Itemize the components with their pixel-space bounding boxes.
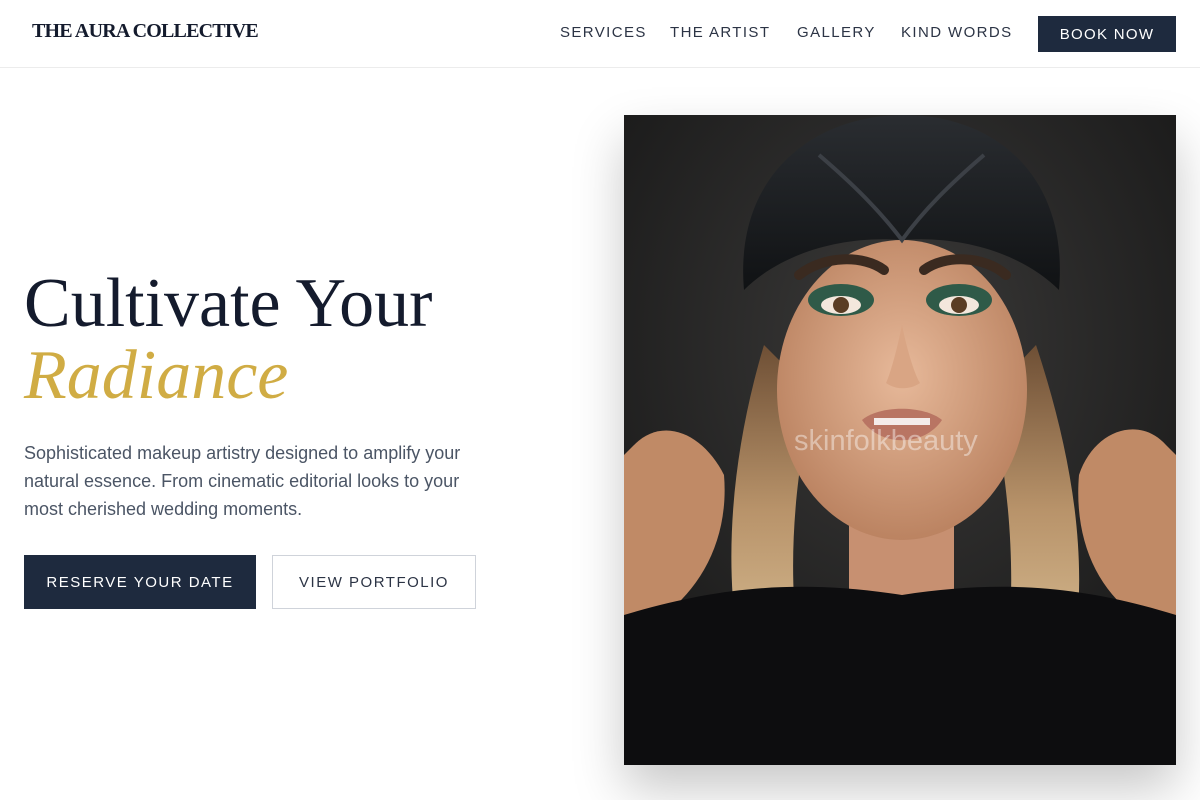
view-portfolio-button[interactable]: VIEW PORTFOLIO xyxy=(272,555,476,609)
nav-link-services[interactable]: SERVICES xyxy=(560,24,647,41)
photo-watermark: skinfolkbeauty xyxy=(794,425,978,457)
reserve-date-button[interactable]: RESERVE YOUR DATE xyxy=(24,555,256,609)
nav-link-kind-words[interactable]: KIND WORDS xyxy=(901,24,1013,41)
top-navbar: THE AURA COLLECTIVE SERVICES THE ARTIST … xyxy=(0,0,1200,68)
hero-title-line: Cultivate Your xyxy=(24,265,433,342)
hero-title-accent: Radiance xyxy=(24,337,289,414)
book-now-button[interactable]: BOOK NOW xyxy=(1038,16,1176,52)
nav-link-the-artist[interactable]: THE ARTIST xyxy=(670,24,770,41)
hero-description: Sophisticated makeup artistry designed t… xyxy=(24,443,461,519)
main-nav: SERVICES THE ARTIST GALLERY KIND WORDS xyxy=(0,24,1200,44)
hero-headline: Cultivate Your Radiance xyxy=(24,268,432,412)
nav-link-gallery[interactable]: GALLERY xyxy=(797,24,876,41)
hero-portrait-image: skinfolkbeauty xyxy=(624,115,1176,765)
